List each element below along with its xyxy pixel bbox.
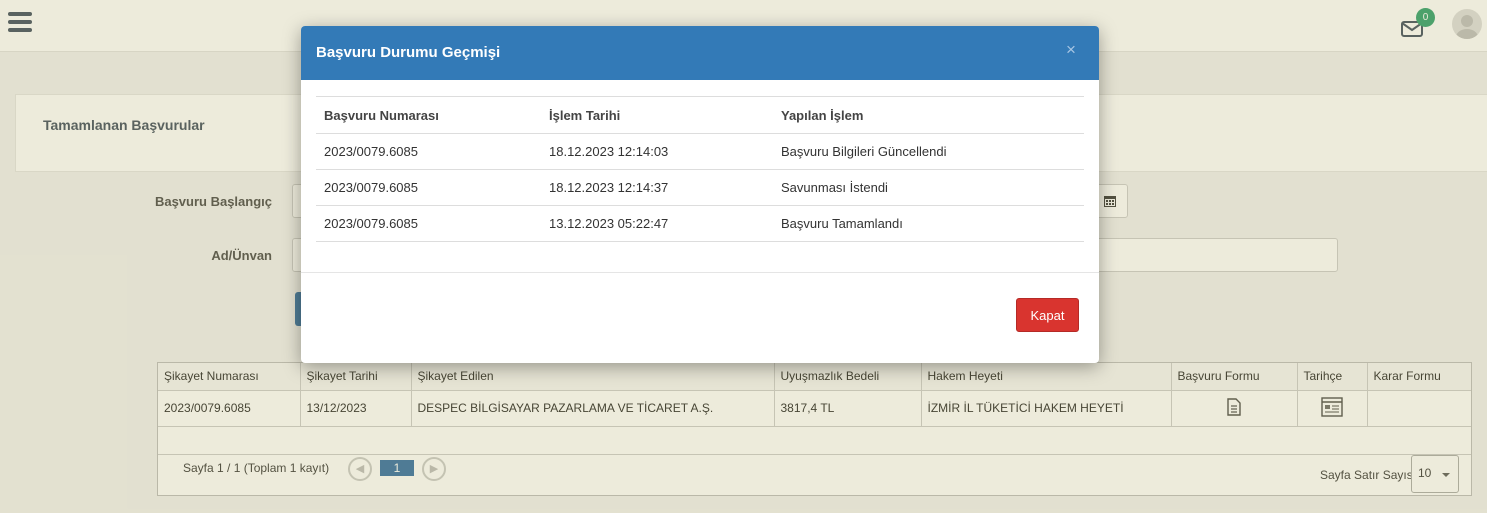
history-table: Başvuru Numarası İşlem Tarihi Yapılan İş…	[316, 96, 1084, 242]
modal-header: Başvuru Durumu Geçmişi ×	[301, 26, 1099, 80]
table-row: 2023/0079.6085 18.12.2023 12:14:37 Savun…	[316, 169, 1084, 206]
modal-footer: Kapat	[301, 273, 1099, 363]
operation-date: 18.12.2023 12:14:37	[541, 169, 773, 206]
modal-body: Başvuru Numarası İşlem Tarihi Yapılan İş…	[301, 80, 1099, 273]
col-header: İşlem Tarihi	[541, 96, 773, 134]
operation-action: Başvuru Tamamlandı	[773, 205, 1084, 242]
close-icon[interactable]: ×	[1066, 40, 1076, 60]
modal-title: Başvuru Durumu Geçmişi	[316, 44, 501, 61]
operation-date: 13.12.2023 05:22:47	[541, 205, 773, 242]
operation-action: Başvuru Bilgileri Güncellendi	[773, 133, 1084, 170]
col-header: Başvuru Numarası	[316, 96, 541, 134]
application-number: 2023/0079.6085	[316, 205, 541, 242]
application-number: 2023/0079.6085	[316, 169, 541, 206]
table-row: 2023/0079.6085 18.12.2023 12:14:03 Başvu…	[316, 133, 1084, 170]
col-header: Yapılan İşlem	[773, 96, 1084, 134]
operation-date: 18.12.2023 12:14:03	[541, 133, 773, 170]
application-number: 2023/0079.6085	[316, 133, 541, 170]
table-row: 2023/0079.6085 13.12.2023 05:22:47 Başvu…	[316, 205, 1084, 242]
close-button[interactable]: Kapat	[1016, 298, 1079, 332]
operation-action: Savunması İstendi	[773, 169, 1084, 206]
status-history-modal: Başvuru Durumu Geçmişi × Başvuru Numaras…	[301, 26, 1099, 363]
